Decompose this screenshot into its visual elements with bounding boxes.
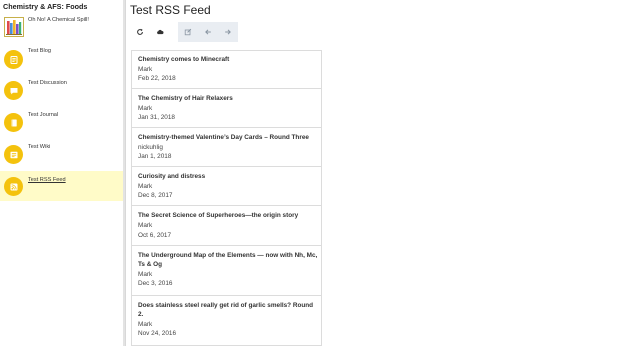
refresh-icon — [137, 28, 143, 35]
edit-icon — [184, 28, 192, 36]
toolbar-group-secondary — [178, 22, 238, 42]
feed-item[interactable]: The Chemistry of Hair Relaxers Mark Jan … — [132, 89, 321, 128]
page-title: Test RSS Feed — [130, 3, 211, 17]
feed-item[interactable]: Does stainless steel really get rid of g… — [132, 296, 321, 346]
sidebar-item-test-blog[interactable]: Test Blog — [0, 44, 123, 76]
feed-item-author: Mark — [138, 66, 153, 73]
edit-button[interactable] — [178, 22, 198, 42]
feed-item-title[interactable]: Chemistry comes to Minecraft — [138, 55, 318, 64]
journal-icon — [4, 113, 23, 132]
feed-item-date: Dec 3, 2016 — [138, 280, 173, 287]
main-content: Test RSS Feed Chemistry comes to Minecra… — [126, 0, 620, 346]
feed-item-title[interactable]: Curiosity and distress — [138, 172, 318, 181]
feed-item-author: Mark — [138, 183, 153, 190]
discussion-icon — [4, 81, 23, 100]
feed-item-date: Feb 22, 2018 — [138, 75, 176, 82]
cloud-icon — [157, 29, 164, 35]
sidebar-item-label: Test Discussion — [28, 80, 67, 86]
sidebar-item-test-journal[interactable]: Test Journal — [0, 108, 123, 140]
feed-item-author: Mark — [138, 271, 153, 278]
feed-item[interactable]: Chemistry-themed Valentine’s Day Cards –… — [132, 128, 321, 167]
arrow-right-icon — [225, 29, 231, 35]
feed-item-author: nickuhlig — [138, 144, 163, 151]
sidebar-item-label: Oh No! A Chemical Spill! — [28, 17, 89, 23]
sidebar-item-label: Test RSS Feed — [28, 177, 66, 183]
sidebar-item-chemical-spill[interactable]: Oh No! A Chemical Spill! — [0, 15, 123, 47]
feed-item[interactable]: The Underground Map of the Elements — no… — [132, 246, 321, 296]
lesson-sidebar: Chemistry & AFS: Foods Oh No! A Chemical… — [0, 0, 126, 346]
toolbar-group-primary — [130, 22, 170, 42]
sidebar-item-label: Test Blog — [28, 48, 52, 54]
rss-icon — [4, 177, 23, 196]
blog-icon — [4, 50, 23, 69]
course-title: Chemistry & AFS: Foods — [3, 2, 88, 11]
sidebar-item-label: Test Wiki — [28, 144, 51, 150]
cloud-button[interactable] — [150, 22, 170, 42]
books-thumbnail-icon — [4, 17, 24, 37]
arrow-left-icon — [205, 29, 211, 35]
toolbar — [130, 22, 238, 42]
feed-item-author: Mark — [138, 321, 153, 328]
feed-item-author: Mark — [138, 222, 153, 229]
refresh-button[interactable] — [130, 22, 150, 42]
feed-item[interactable]: The Secret Science of Superheroes—the or… — [132, 206, 321, 246]
next-button[interactable] — [218, 22, 238, 42]
feed-item-date: Oct 6, 2017 — [138, 232, 172, 239]
feed-item-title[interactable]: The Chemistry of Hair Relaxers — [138, 94, 318, 103]
feed-item-title[interactable]: The Secret Science of Superheroes—the or… — [138, 211, 318, 220]
feed-item-title[interactable]: Chemistry-themed Valentine’s Day Cards –… — [138, 133, 318, 142]
feed-item[interactable]: Chemistry comes to Minecraft Mark Feb 22… — [132, 51, 321, 89]
wiki-icon — [4, 145, 23, 164]
sidebar-item-test-rss-feed[interactable]: Test RSS Feed — [0, 171, 123, 201]
feed-item-title[interactable]: The Underground Map of the Elements — no… — [138, 251, 318, 269]
feed-item-author: Mark — [138, 105, 153, 112]
feed-item-date: Jan 1, 2018 — [138, 153, 172, 160]
sidebar-item-test-discussion[interactable]: Test Discussion — [0, 76, 123, 108]
feed-item-date: Nov 24, 2016 — [138, 330, 177, 337]
feed-item-date: Dec 8, 2017 — [138, 192, 173, 199]
feed-item-date: Jan 31, 2018 — [138, 114, 175, 121]
feed-item[interactable]: Curiosity and distress Mark Dec 8, 2017 — [132, 167, 321, 206]
feed-item-title[interactable]: Does stainless steel really get rid of g… — [138, 301, 318, 319]
sidebar-item-test-wiki[interactable]: Test Wiki — [0, 140, 123, 172]
previous-button[interactable] — [198, 22, 218, 42]
rss-feed-list: Chemistry comes to Minecraft Mark Feb 22… — [131, 50, 322, 346]
sidebar-item-label: Test Journal — [28, 112, 59, 118]
